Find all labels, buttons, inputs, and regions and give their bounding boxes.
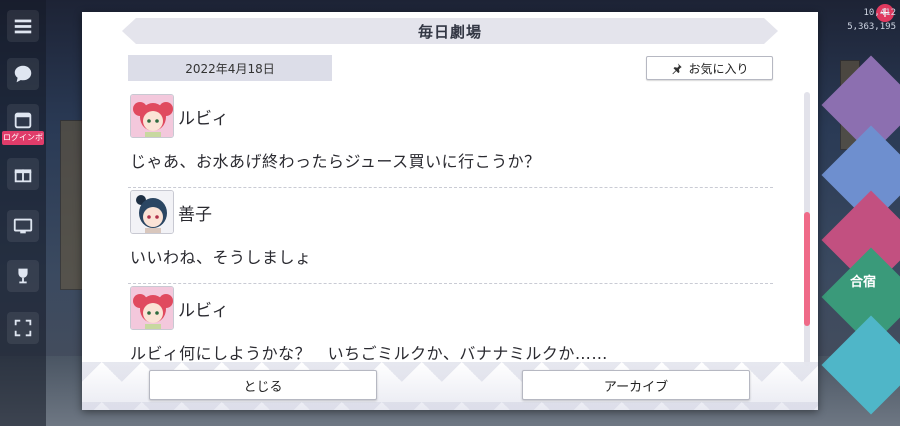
message-item: ルビィ ルビィ何にしようかな？ いちごミルクか、バナナミルクか…… [128, 284, 773, 364]
ruby-avatar [130, 94, 174, 138]
gift-icon [14, 169, 32, 183]
event-tag: ログインボ [2, 131, 44, 145]
coin-counter: 5,363,195 [847, 22, 896, 32]
close-button[interactable]: とじる [149, 370, 377, 400]
speaker-name: ルビィ [178, 109, 229, 129]
favorite-button-label: お気に入り [688, 61, 749, 76]
speaker-name: 善子 [178, 205, 212, 225]
expand-icon [14, 319, 32, 337]
message-list[interactable]: ルビィ じゃあ、お水あげ終わったらジュース買いに行こうか？ 善子 いいわね、そう… [128, 92, 773, 364]
calendar-icon [14, 112, 32, 129]
favorite-button[interactable]: お気に入り [646, 56, 773, 80]
left-menu: ログインボ [0, 0, 46, 426]
right-menu: + 10,412 5,363,195 合宿 [818, 0, 900, 426]
notice-button[interactable] [7, 210, 39, 242]
message-text: ルビィ何にしようかな？ いちごミルクか、バナナミルクか…… [130, 344, 608, 363]
daily-theater-dialog: 毎日劇場 2022年4月18日 お気に入り ルビィ じゃあ、お水あげ終わったらジ… [82, 12, 818, 410]
date-label: 2022年4月18日 [128, 55, 332, 81]
speech-bubble-icon [14, 65, 32, 83]
ranking-button[interactable] [7, 260, 39, 292]
message-item: ルビィ じゃあ、お水あげ終わったらジュース買いに行こうか？ [128, 92, 773, 188]
pin-icon [672, 62, 683, 74]
yoshiko-avatar [130, 190, 174, 234]
gem-counter: 10,412 [863, 8, 896, 18]
dialog-footer: とじる アーカイブ [82, 362, 818, 410]
trophy-icon [18, 268, 28, 284]
present-button[interactable] [7, 158, 39, 190]
scrollbar-thumb[interactable] [804, 212, 810, 326]
chat-button[interactable] [7, 58, 39, 90]
message-text: じゃあ、お水あげ終わったらジュース買いに行こうか？ [130, 152, 541, 171]
dialog-title: 毎日劇場 [122, 18, 778, 44]
scrollbar-track[interactable] [804, 92, 810, 366]
message-item: 善子 いいわね、そうしましょ [128, 188, 773, 284]
archive-button[interactable]: アーカイブ [522, 370, 750, 400]
message-text: いいわね、そうしましょ [130, 248, 312, 267]
menu-tile[interactable] [821, 315, 900, 415]
ruby-avatar [130, 286, 174, 330]
hamburger-icon [14, 19, 32, 34]
gassyuku-label: 合宿 [849, 275, 876, 290]
monitor-icon [13, 218, 33, 234]
menu-button[interactable] [7, 10, 39, 42]
speaker-name: ルビィ [178, 301, 229, 321]
fullscreen-button[interactable] [7, 312, 39, 344]
